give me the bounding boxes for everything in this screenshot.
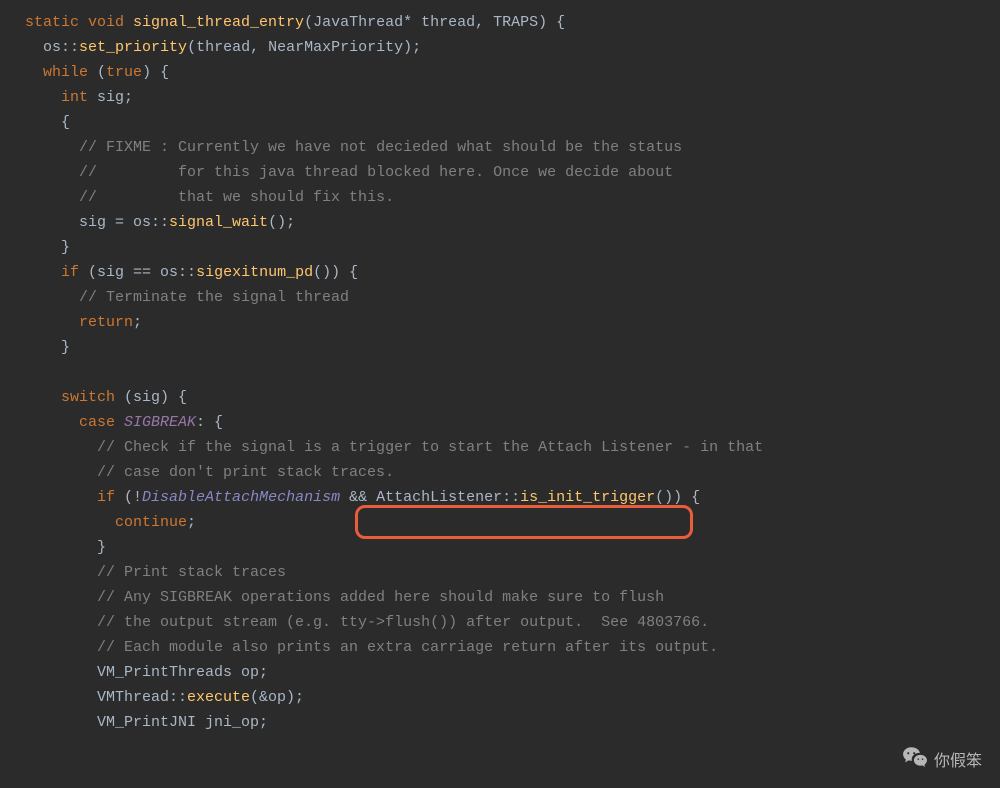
code-token: sig = os:: <box>79 214 169 231</box>
code-line: // the output stream (e.g. tty->flush())… <box>25 610 1000 635</box>
code-token: VM_PrintThreads op; <box>97 664 268 681</box>
code-token: ; <box>187 514 196 531</box>
code-line: if (!DisableAttachMechanism && AttachLis… <box>25 485 1000 510</box>
code-token: { <box>61 114 70 131</box>
code-token: SIGBREAK <box>124 414 196 431</box>
code-token: VM_PrintJNI jni_op; <box>97 714 268 731</box>
code-token: : { <box>196 414 223 431</box>
code-token: if <box>97 489 124 506</box>
code-token: // Check if the signal is a trigger to s… <box>97 439 763 456</box>
code-token: (); <box>268 214 295 231</box>
code-token: sig; <box>97 89 133 106</box>
code-token: signal_thread_entry <box>133 14 304 31</box>
code-line: // Terminate the signal thread <box>25 285 1000 310</box>
code-line: // FIXME : Currently we have not deciede… <box>25 135 1000 160</box>
code-token: (&op); <box>250 689 304 706</box>
code-line: while (true) { <box>25 60 1000 85</box>
code-token: os:: <box>43 39 79 56</box>
code-line: // Check if the signal is a trigger to s… <box>25 435 1000 460</box>
code-token: (sig == os:: <box>88 264 196 281</box>
code-token: && <box>340 489 376 506</box>
code-token: true <box>106 64 142 81</box>
code-token: void <box>88 14 133 31</box>
code-line: case SIGBREAK: { <box>25 410 1000 435</box>
code-token: set_priority <box>79 39 187 56</box>
code-token: int <box>61 89 97 106</box>
code-token: (sig) { <box>124 389 187 406</box>
code-line: switch (sig) { <box>25 385 1000 410</box>
code-token: // for this java thread blocked here. On… <box>79 164 673 181</box>
code-token: // case don't print stack traces. <box>97 464 394 481</box>
code-token: } <box>61 339 70 356</box>
code-line: VM_PrintJNI jni_op; <box>25 710 1000 735</box>
code-token: continue <box>115 514 187 531</box>
code-line: // Any SIGBREAK operations added here sh… <box>25 585 1000 610</box>
code-line: } <box>25 235 1000 260</box>
code-token: ( <box>97 64 106 81</box>
code-line: if (sig == os::sigexitnum_pd()) { <box>25 260 1000 285</box>
code-token: DisableAttachMechanism <box>142 489 340 506</box>
code-token: execute <box>187 689 250 706</box>
code-line: // Each module also prints an extra carr… <box>25 635 1000 660</box>
code-token: // that we should fix this. <box>79 189 394 206</box>
code-line: os::set_priority(thread, NearMaxPriority… <box>25 35 1000 60</box>
code-block: static void signal_thread_entry(JavaThre… <box>0 10 1000 735</box>
code-line: static void signal_thread_entry(JavaThre… <box>25 10 1000 35</box>
code-line: } <box>25 335 1000 360</box>
code-token: ; <box>133 314 142 331</box>
code-token: ()) { <box>313 264 358 281</box>
code-token: (! <box>124 489 142 506</box>
code-token: (thread, NearMaxPriority); <box>187 39 421 56</box>
code-token: sigexitnum_pd <box>196 264 313 281</box>
code-line: } <box>25 535 1000 560</box>
code-line: sig = os::signal_wait(); <box>25 210 1000 235</box>
code-token: } <box>61 239 70 256</box>
code-line: continue; <box>25 510 1000 535</box>
code-token: case <box>79 414 124 431</box>
code-token: ) { <box>142 64 169 81</box>
code-token: // Any SIGBREAK operations added here sh… <box>97 589 664 606</box>
code-token: // Each module also prints an extra carr… <box>97 639 718 656</box>
code-line: // case don't print stack traces. <box>25 460 1000 485</box>
watermark: 你假笨 <box>902 744 982 778</box>
code-token: while <box>43 64 97 81</box>
code-token: is_init_trigger <box>520 489 655 506</box>
code-line: // that we should fix this. <box>25 185 1000 210</box>
code-line: // Print stack traces <box>25 560 1000 585</box>
code-token: // Print stack traces <box>97 564 286 581</box>
code-token: static <box>25 14 88 31</box>
code-line: int sig; <box>25 85 1000 110</box>
code-token: } <box>97 539 106 556</box>
code-token: if <box>61 264 88 281</box>
code-token: AttachListener:: <box>376 489 520 506</box>
code-token: ()) { <box>655 489 700 506</box>
code-token: VMThread:: <box>97 689 187 706</box>
wechat-icon <box>902 744 928 778</box>
code-line: // for this java thread blocked here. On… <box>25 160 1000 185</box>
watermark-text: 你假笨 <box>934 749 982 774</box>
code-token: // Terminate the signal thread <box>79 289 349 306</box>
code-line: VMThread::execute(&op); <box>25 685 1000 710</box>
code-token: // the output stream (e.g. tty->flush())… <box>97 614 709 631</box>
code-token: switch <box>61 389 124 406</box>
code-token: signal_wait <box>169 214 268 231</box>
code-token: // FIXME : Currently we have not deciede… <box>79 139 682 156</box>
code-line: { <box>25 110 1000 135</box>
code-token: (JavaThread* thread, TRAPS) { <box>304 14 565 31</box>
code-line <box>25 360 1000 385</box>
code-line: VM_PrintThreads op; <box>25 660 1000 685</box>
code-line: return; <box>25 310 1000 335</box>
code-token: return <box>79 314 133 331</box>
